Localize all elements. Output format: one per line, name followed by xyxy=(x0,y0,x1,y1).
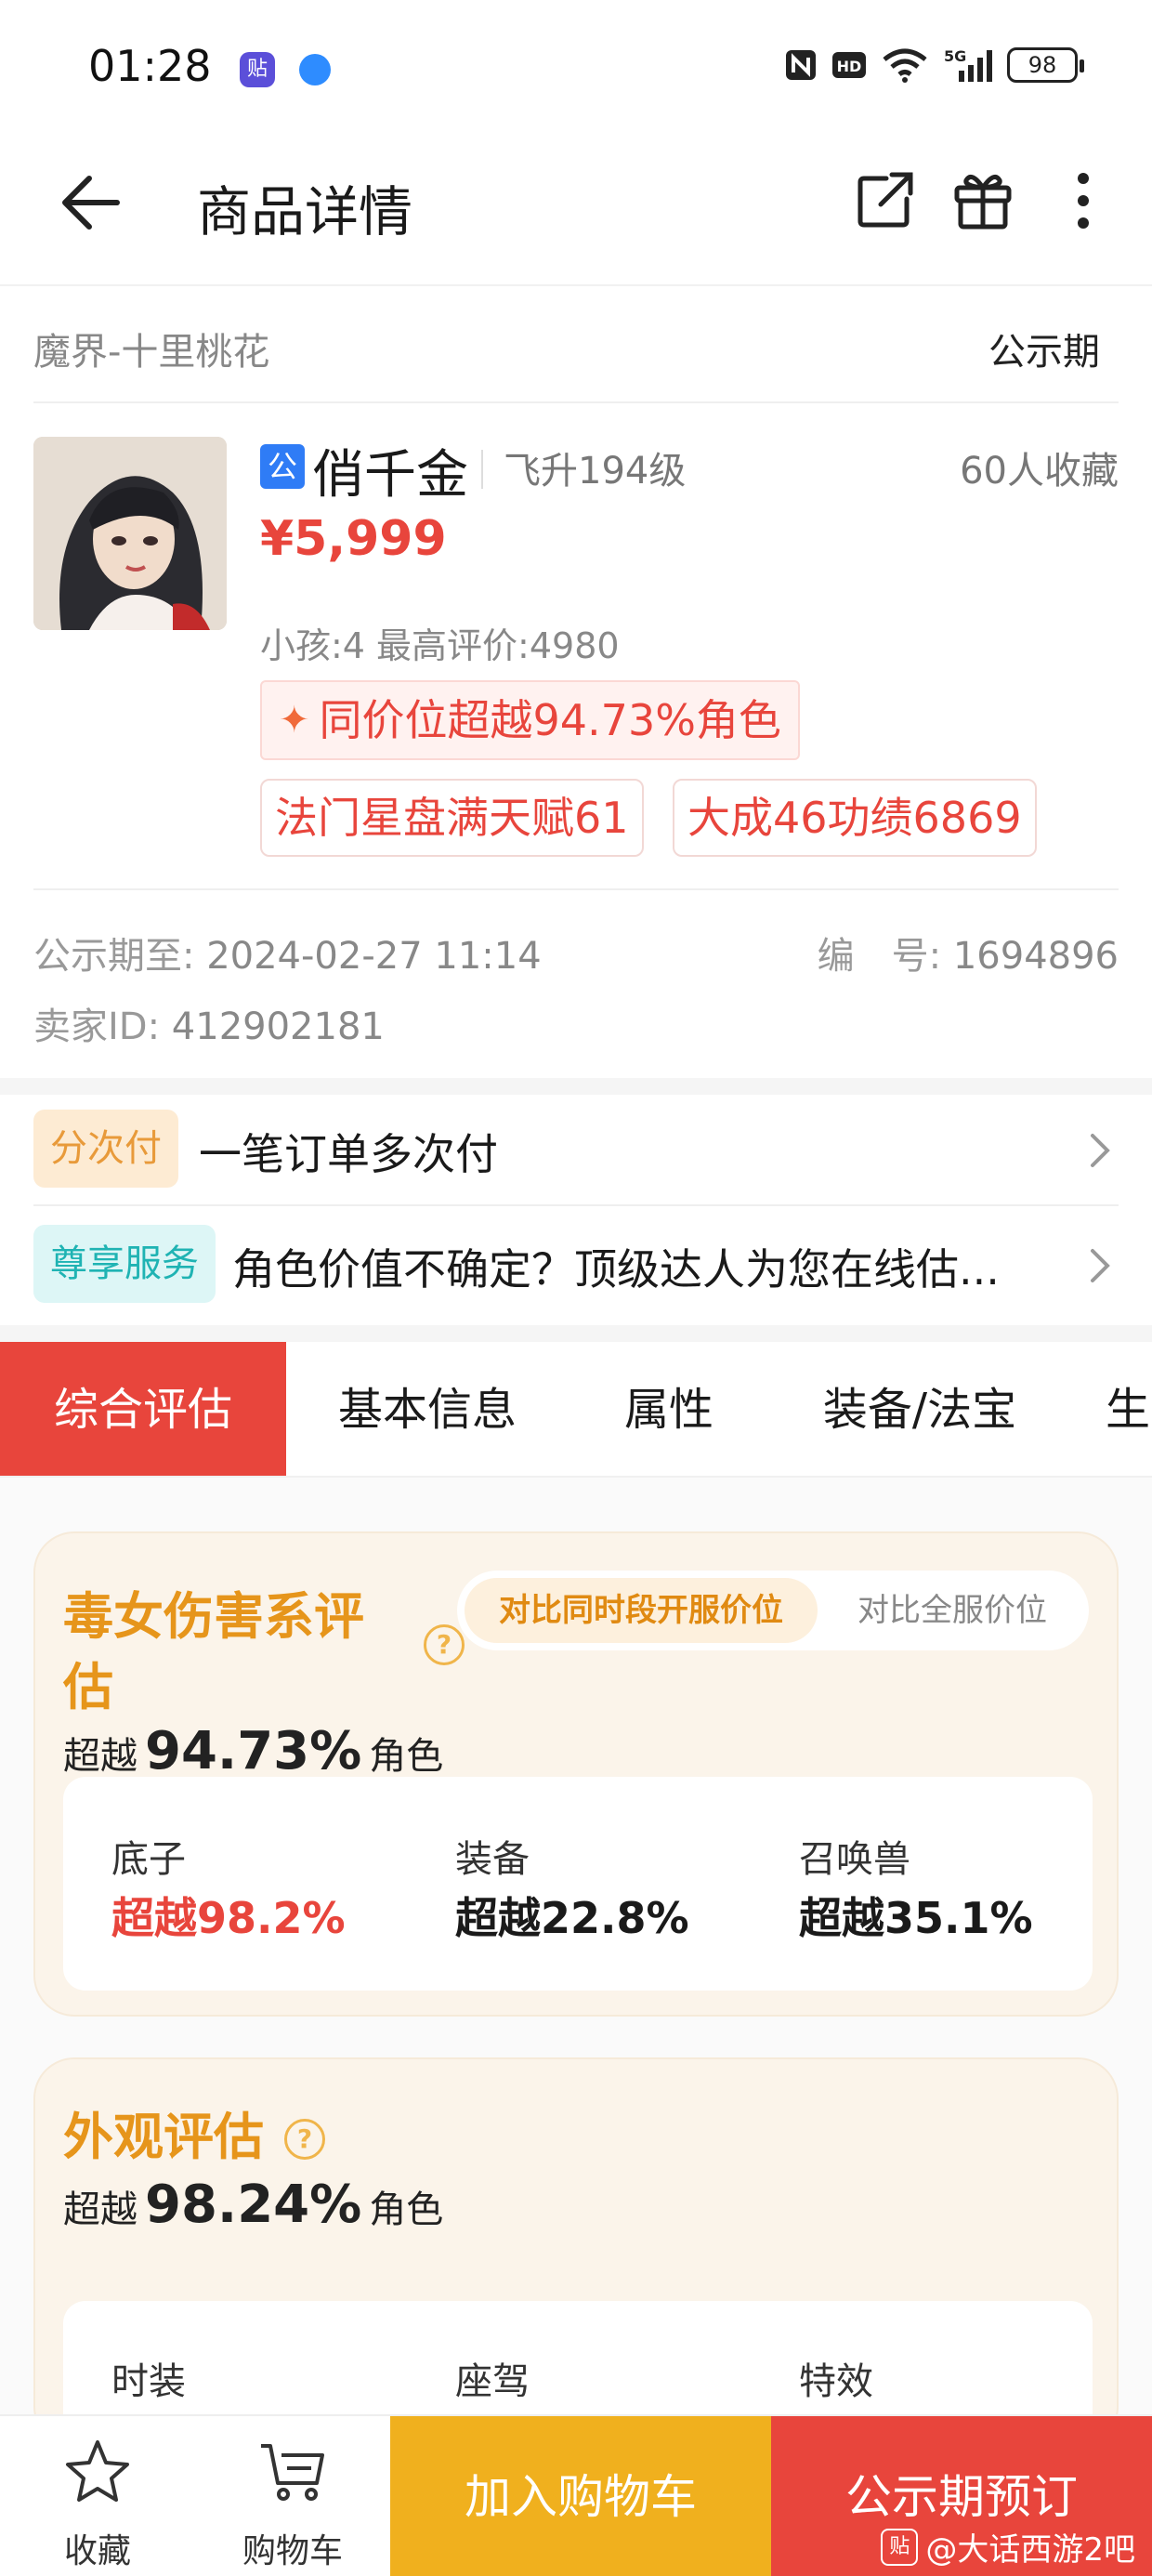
card-title-line1: 毒女伤害系评 xyxy=(63,1587,364,1646)
status-time: 01:28 xyxy=(88,41,212,91)
metric-panel: 底子 超越98.2% 装备 超越22.8% 召唤兽 超越35.1% xyxy=(63,1777,1093,1991)
publicity-date: 2024-02-27 11:14 xyxy=(206,935,542,978)
role-level: 飞升194级 xyxy=(504,450,687,493)
comparison-toggle: 对比同时段开服价位 对比全服价位 xyxy=(457,1571,1089,1650)
number-label: 编 号: xyxy=(817,935,942,978)
rank-tag-text: 同价位超越94.73%角色 xyxy=(319,695,781,745)
help-icon[interactable]: ? xyxy=(284,2119,325,2160)
publicity-period: 公示期至: 2024-02-27 11:14 xyxy=(33,926,542,979)
tab-more[interactable]: 生 xyxy=(1106,1342,1152,1476)
tab-basic-info[interactable]: 基本信息 xyxy=(316,1342,539,1476)
cart-button[interactable]: 购物车 xyxy=(195,2416,390,2576)
status-bar: 01:28 贴 HD 5G 98 xyxy=(0,0,1152,138)
tieba-logo-icon: 贴 xyxy=(881,2528,919,2566)
listing-number: 编 号: 1694896 xyxy=(818,926,1119,979)
compare-same-period-option[interactable]: 对比同时段开服价位 xyxy=(465,1578,818,1643)
star-icon xyxy=(66,2440,129,2502)
gift-icon[interactable] xyxy=(944,162,1022,240)
server-row: 魔界-十里桃花 公示期 xyxy=(33,288,1119,403)
add-to-cart-button[interactable]: 加入购物车 xyxy=(390,2416,771,2576)
compare-all-server-option[interactable]: 对比全服价位 xyxy=(827,1578,1078,1643)
tieba-app-icon: 贴 xyxy=(240,52,275,87)
premium-tag: 尊享服务 xyxy=(33,1225,216,1303)
metric-label-pet: 召唤兽 xyxy=(799,1838,910,1881)
premium-service-row[interactable]: 尊享服务 角色价值不确定？顶级达人为您在线估... xyxy=(33,1210,1119,1321)
price: ¥5,999 xyxy=(260,511,447,567)
more-vertical-icon[interactable] xyxy=(1044,162,1122,240)
section-gap xyxy=(0,1078,1152,1095)
cart-icon xyxy=(261,2444,324,2501)
cart-label: 购物车 xyxy=(242,2532,343,2570)
watermark-text: @大话西游2吧 xyxy=(925,2531,1135,2569)
favorite-button[interactable]: 收藏 xyxy=(0,2416,195,2576)
status-icons: HD 5G 98 xyxy=(784,46,1084,84)
chevron-right-icon xyxy=(1081,1238,1119,1294)
feature-tag: 法门星盘满天赋61 xyxy=(260,779,644,857)
surpass-suffix: 角色 xyxy=(369,1735,444,1778)
role-name: 俏千金 xyxy=(312,445,468,506)
tab-overall-evaluation[interactable]: 综合评估 xyxy=(0,1342,286,1476)
installment-service-row[interactable]: 分次付 一笔订单多次付 xyxy=(33,1095,1119,1206)
installment-tag: 分次付 xyxy=(33,1110,178,1188)
seller-label: 卖家ID: xyxy=(33,1005,161,1048)
metric-value-pet: 超越35.1% xyxy=(799,1893,1033,1943)
premium-text: 角色价值不确定？顶级达人为您在线估... xyxy=(232,1244,1000,1295)
share-icon[interactable] xyxy=(845,162,923,240)
feature-tag: 大成46功绩6869 xyxy=(673,779,1037,857)
seller-id: 卖家ID: 412902181 xyxy=(33,996,385,1050)
metric-label-equipment: 装备 xyxy=(455,1838,530,1881)
section-gap xyxy=(0,1325,1152,1342)
damage-evaluation-card: 毒女伤害系评 估 ? 对比同时段开服价位 对比全服价位 超越 94.73% 角色 底… xyxy=(33,1531,1119,2017)
surpass-prefix: 超越 xyxy=(63,2188,137,2231)
metric-label-fashion: 时装 xyxy=(111,2360,186,2403)
divider xyxy=(481,450,483,489)
metric-label-effects: 特效 xyxy=(799,2360,873,2403)
card-title-line2: 估 xyxy=(63,1658,113,1716)
role-sub-info: 小孩:4 最高评价:4980 xyxy=(260,625,620,666)
watermark: 贴 @大话西游2吧 xyxy=(881,2524,1135,2569)
public-badge: 公 xyxy=(260,444,305,489)
detail-tabs: 综合评估 基本信息 属性 装备/法宝 生 xyxy=(0,1342,1152,1478)
back-button[interactable] xyxy=(54,165,128,240)
surpass-summary: 超越 94.73% 角色 xyxy=(63,1721,443,1781)
favorite-label: 收藏 xyxy=(63,2532,131,2570)
battery-icon: 98 xyxy=(1007,47,1084,83)
server-name: 魔界-十里桃花 xyxy=(33,331,270,374)
chevron-right-icon xyxy=(1081,1123,1119,1178)
listing-status: 公示期 xyxy=(988,331,1100,374)
header: 商品详情 xyxy=(0,138,1152,286)
metric-label-mount: 座驾 xyxy=(455,2360,530,2403)
number-value: 1694896 xyxy=(952,935,1119,978)
surpass-summary: 超越 98.24% 角色 xyxy=(63,2175,443,2235)
help-icon[interactable]: ? xyxy=(424,1624,465,1665)
installment-text: 一笔订单多次付 xyxy=(199,1129,498,1179)
svg-text:HD: HD xyxy=(837,58,862,75)
tab-attributes[interactable]: 属性 xyxy=(595,1342,743,1476)
page-title: 商品详情 xyxy=(197,180,413,243)
hd-icon: HD xyxy=(831,46,868,84)
sparkle-icon: ✦ xyxy=(279,699,310,742)
publicity-label: 公示期至: xyxy=(33,935,195,978)
surpass-value: 98.24% xyxy=(145,2175,362,2235)
metric-value-equipment: 超越22.8% xyxy=(455,1893,689,1943)
favorite-count: 60人收藏 xyxy=(960,450,1119,493)
seller-id-value: 412902181 xyxy=(171,1005,385,1048)
surpass-prefix: 超越 xyxy=(63,1735,137,1778)
appearance-evaluation-card: 外观评估 ? 超越 98.24% 角色 时装 座驾 特效 xyxy=(33,2057,1119,2448)
5g-signal-icon: 5G xyxy=(942,46,994,84)
svg-text:5G: 5G xyxy=(944,47,966,65)
rank-tag: ✦ 同价位超越94.73%角色 xyxy=(260,680,800,760)
tab-equipment[interactable]: 装备/法宝 xyxy=(799,1342,1041,1476)
nfc-icon xyxy=(784,46,818,84)
divider xyxy=(33,888,1119,890)
metric-label-base: 底子 xyxy=(111,1838,186,1881)
surpass-value: 94.73% xyxy=(145,1721,362,1781)
role-avatar[interactable] xyxy=(33,437,227,630)
metric-value-base: 超越98.2% xyxy=(111,1893,346,1943)
wifi-icon xyxy=(881,46,929,84)
surpass-suffix: 角色 xyxy=(369,2188,444,2231)
card-title: 外观评估 xyxy=(63,2108,264,2166)
app-notification-icon xyxy=(299,54,331,85)
